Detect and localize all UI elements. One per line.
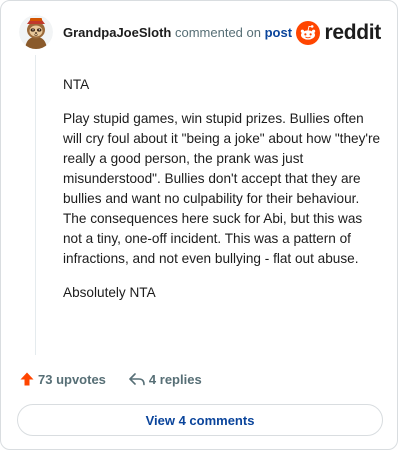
username-link[interactable]: GrandpaJoeSloth	[63, 25, 171, 40]
view-comments-button[interactable]: View 4 comments	[17, 404, 383, 436]
brand-name: reddit	[324, 21, 381, 44]
upvote-count: 73 upvotes	[38, 371, 106, 387]
action-text: commented on	[174, 25, 261, 40]
comment-paragraph: NTA	[63, 77, 90, 92]
reply-count: 4 replies	[148, 371, 202, 387]
brand-logo[interactable]: reddit	[296, 21, 381, 45]
comment-body: NTA Play stupid games, win stupid prizes…	[63, 75, 383, 317]
upvote-arrow-icon	[20, 372, 34, 386]
comment-actions: 73 upvotes 4 replies	[19, 371, 202, 387]
comment-header: GrandpaJoeSloth commented on post	[63, 25, 292, 40]
post-link[interactable]: post	[265, 25, 292, 40]
avatar[interactable]	[19, 15, 53, 49]
reddit-snoo-icon	[296, 21, 321, 45]
sloth-avatar-icon	[19, 15, 53, 49]
reply-arrow-icon	[129, 373, 145, 386]
comment-paragraph: Play stupid games, win stupid prizes. Bu…	[63, 111, 381, 266]
replies-button[interactable]: 4 replies	[128, 371, 202, 387]
comment-paragraph: Absolutely NTA	[63, 285, 156, 300]
thread-line	[35, 55, 36, 355]
comment-card: GrandpaJoeSloth commented on post reddit…	[0, 0, 398, 450]
upvote-button[interactable]: 73 upvotes	[19, 371, 106, 387]
